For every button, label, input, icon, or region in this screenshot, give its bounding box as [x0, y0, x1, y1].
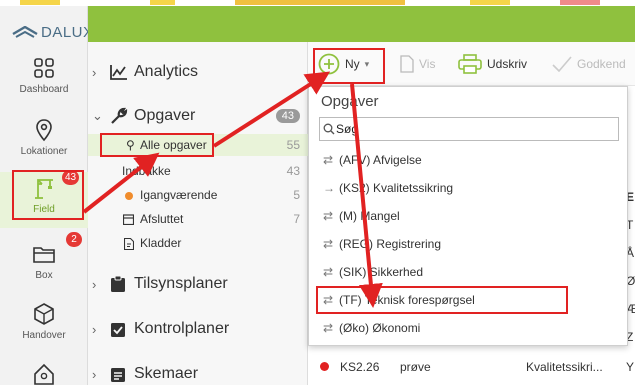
dropdown-item-ks2[interactable]: → (KS2) Kvalitetssikring	[323, 175, 619, 201]
row-extra: Y	[626, 360, 635, 374]
highlight-teknisk-forespoergsel	[316, 286, 568, 314]
nav-label-opgaver: Opgaver	[134, 107, 196, 124]
nav-item-skemaer[interactable]: › Skemaer	[88, 362, 308, 385]
calendar-icon	[123, 214, 134, 225]
approve-button-label: Godkend	[577, 57, 626, 71]
dropdown-item-reg[interactable]: ⇄ (REG) Registrering	[323, 231, 619, 257]
dropdown-item-label: (Øko) Økonomi	[339, 321, 421, 335]
dropdown-item-label: (REG) Registrering	[339, 237, 442, 251]
view-button[interactable]: Vis	[400, 50, 435, 78]
box-badge: 2	[66, 232, 82, 247]
dropdown-item-label: (AFV) Afvigelse	[339, 153, 422, 167]
dropdown-item-oko[interactable]: ⇄ (Øko) Økonomi	[323, 315, 619, 341]
right-arrow-icon: →	[323, 181, 335, 195]
rail-item-dashboard[interactable]: Dashboard	[0, 52, 88, 114]
dalux-logo: DALUX	[12, 24, 94, 41]
approve-button[interactable]: Godkend	[552, 50, 626, 78]
nav-item-analytics[interactable]: › Analytics	[88, 60, 308, 84]
sub-count: 55	[286, 138, 300, 152]
wrench-icon	[111, 107, 128, 124]
nav-label-kontrolplaner: Kontrolplaner	[134, 320, 230, 337]
status-dot-icon	[320, 362, 329, 371]
sub-label: Afsluttet	[140, 212, 184, 226]
sub-label: Igangværende	[140, 188, 218, 202]
search-input[interactable]	[336, 120, 606, 138]
row-type: Kvalitetssikri...	[526, 360, 603, 374]
cube-icon	[34, 303, 54, 325]
dropdown-item-afv[interactable]: ⇄ (AFV) Afvigelse	[323, 147, 619, 173]
rail-item-handover[interactable]: Handover	[0, 298, 88, 360]
swap-arrow-icon: ⇄	[323, 265, 334, 279]
swap-arrow-icon: ⇄	[323, 209, 334, 223]
nav-label-tilsynsplaner: Tilsynsplaner	[134, 275, 228, 292]
form-icon	[111, 368, 125, 382]
search-icon	[323, 123, 335, 135]
sub-label: Indbakke	[122, 164, 171, 178]
dropdown-item-sik[interactable]: ⇄ (SIK) Sikkerhed	[323, 259, 619, 285]
nav-sub-igangvaerende[interactable]: Igangværende 5	[88, 184, 308, 206]
rail-item-box[interactable]: Box 2	[0, 232, 88, 300]
nav-sub-kladder[interactable]: Kladder	[88, 232, 308, 254]
rail-label: Box	[35, 270, 53, 281]
rail-label: Handover	[22, 330, 66, 341]
chevron-down-icon: ⌄	[92, 108, 103, 123]
location-pin-icon	[36, 119, 52, 142]
dropdown-title: Opgaver	[321, 93, 379, 110]
dropdown-item-label: (SIK) Sikkerhed	[339, 265, 424, 279]
nav-sub-indbakke[interactable]: Indbakke 43	[88, 160, 308, 182]
chevron-right-icon: ›	[92, 321, 97, 337]
rail-label: Lokationer	[20, 146, 68, 157]
clipboard-icon	[111, 275, 125, 292]
sub-count: 7	[293, 212, 300, 226]
dropdown-item-m[interactable]: ⇄ (M) Mangel	[323, 203, 619, 229]
top-header-bar	[88, 6, 635, 42]
printer-icon	[458, 54, 482, 74]
checkmark-icon	[552, 56, 572, 72]
dropdown-item-label: (KS2) Kvalitetssikring	[339, 181, 454, 195]
nav-sub-afsluttet[interactable]: Afsluttet 7	[88, 208, 308, 230]
print-button[interactable]: Udskriv	[458, 50, 527, 78]
chevron-right-icon: ›	[92, 276, 97, 292]
app-window: DALUX Dashboard Lokationer Field 43 Box …	[0, 0, 635, 385]
row-title: prøve	[400, 360, 431, 374]
dropdown-search-field[interactable]	[319, 117, 619, 141]
swap-arrow-icon: ⇄	[323, 153, 334, 167]
table-row[interactable]: KS2.26 prøve Kvalitetssikri... Y	[308, 356, 635, 378]
sub-count: 5	[293, 188, 300, 202]
nav-item-tilsynsplaner[interactable]: › Tilsynsplaner	[88, 272, 308, 296]
folder-icon	[33, 247, 55, 263]
chart-icon	[110, 65, 127, 80]
swap-arrow-icon: ⇄	[323, 321, 334, 335]
chevron-right-icon: ›	[92, 366, 97, 382]
clipboard-check-icon	[111, 323, 125, 337]
module-nav-panel: › Analytics ⌄ Opgaver 43 ⚲ Alle opgaver …	[88, 42, 308, 385]
chevron-right-icon: ›	[92, 64, 97, 80]
opgaver-count: 43	[275, 109, 300, 123]
rail-item-lokationer[interactable]: Lokationer	[0, 114, 88, 176]
row-id: KS2.26	[340, 360, 380, 374]
rail-item-home[interactable]	[0, 358, 88, 385]
document-icon	[400, 55, 414, 73]
house-logo-icon	[12, 25, 38, 38]
home-icon	[34, 363, 54, 385]
dropdown-item-label: (M) Mangel	[339, 209, 400, 223]
view-button-label: Vis	[419, 57, 436, 71]
highlight-field	[12, 170, 84, 220]
rail-label: Dashboard	[19, 84, 69, 95]
logo-text: DALUX	[41, 24, 94, 41]
sub-label: Kladder	[140, 236, 182, 250]
print-button-label: Udskriv	[487, 57, 528, 71]
orange-dot-icon	[125, 192, 133, 200]
sub-count: 43	[286, 164, 300, 178]
nav-item-kontrolplaner[interactable]: › Kontrolplaner	[88, 317, 308, 341]
nav-label-analytics: Analytics	[134, 63, 199, 80]
swap-arrow-icon: ⇄	[323, 237, 334, 251]
draft-document-icon	[124, 238, 134, 250]
highlight-alle-opgaver	[100, 133, 214, 157]
nav-item-opgaver[interactable]: ⌄ Opgaver 43	[88, 104, 308, 128]
dashboard-icon	[34, 58, 54, 78]
highlight-new-button	[313, 48, 385, 84]
nav-label-skemaer: Skemaer	[134, 365, 199, 382]
